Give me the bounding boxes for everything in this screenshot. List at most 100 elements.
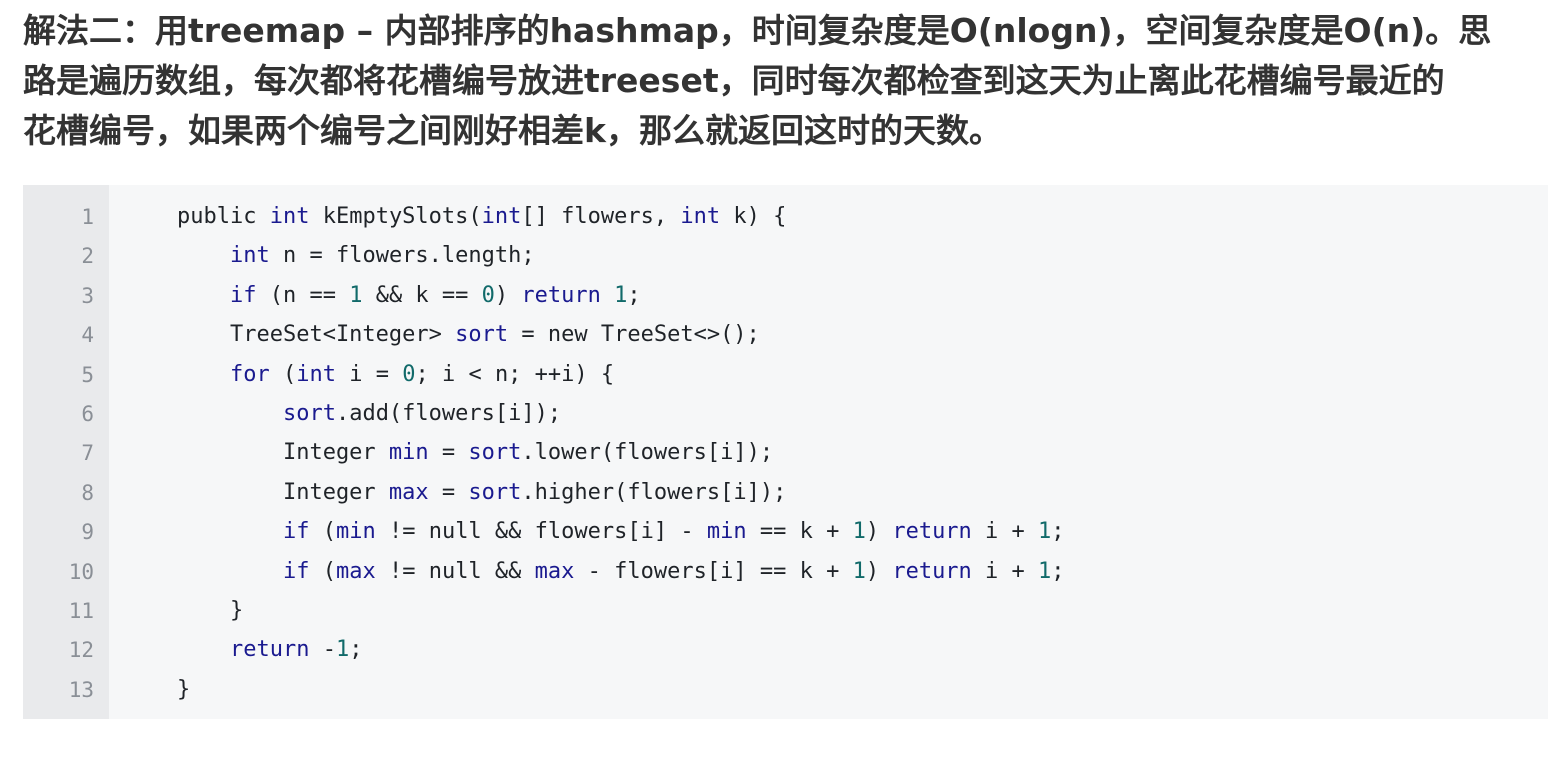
code-token: int [229,243,270,269]
code-line: if (n == 1 && k == 0) return 1; [177,281,1548,320]
code-token: sort [282,400,336,426]
code-token: if [282,558,310,584]
code-token: int [269,204,310,229]
line-number: 4 [81,323,94,348]
code-token: int [680,204,721,229]
intro-line: 路是遍历数组，每次都将花槽编号放进treeset，同时每次都检查到这天为止离此花… [23,61,1445,100]
code-token: ( [269,361,297,387]
line-number: 7 [81,441,94,466]
code-token: i + [971,519,1039,545]
code-token: ) [494,282,522,308]
intro-line: 解法二：用treemap – 内部排序的hashmap，时间复杂度是O(nlog… [23,11,1492,50]
code-token: sort [468,440,522,466]
code-token: max [534,558,575,584]
line-number-gutter: 1 2 3 4 5 6 7 8 9 10 11 12 13 [23,185,109,719]
code-token: public [177,204,270,229]
code-token: i + [971,558,1039,584]
line-number: 5 [81,362,94,387]
code-token: 1 [852,519,866,545]
code-token: ( [309,519,336,545]
code-token: kEmptySlots( [309,204,482,229]
code-token: ) [865,558,893,584]
code-line: } [177,596,1548,635]
line-number: 13 [68,677,94,702]
code-token: sort [455,322,509,348]
code-token: max [388,479,429,505]
code-token: if [282,519,310,545]
code-line: if (min != null && flowers[i] - min == k… [177,517,1548,556]
code-token: ; [1051,558,1065,584]
code-token: TreeSet<Integer> [177,322,456,348]
code-token: min [335,519,376,545]
code-token: return [521,282,601,308]
code-token: 0 [402,361,416,387]
code-token: i = [335,361,403,387]
code-token: 1 [335,637,350,663]
code-token: int [296,361,336,387]
code-token: 0 [481,282,495,308]
code-token: } [177,597,244,623]
code-token: .lower(flowers[i]); [521,440,774,466]
code-token: n = flowers.length; [269,243,535,269]
code-line: TreeSet<Integer> sort = new TreeSet<>(); [177,320,1548,359]
code-token: = [428,479,469,505]
code-token: int [481,204,522,229]
code-token: .add(flowers[i]); [335,400,562,426]
code-token: min [388,440,429,466]
code-token: ; [627,282,641,308]
code-token: - [309,637,336,663]
code-line: sort.add(flowers[i]); [177,399,1548,438]
line-number: 2 [81,244,94,269]
code-token: for [229,361,270,387]
code-token: - flowers[i] == k + [574,558,853,584]
intro-line: 花槽编号，如果两个编号之间刚好相差k，那么就返回这时的天数。 [23,111,1002,150]
code-token: } [177,676,191,702]
code-token: if [229,282,257,308]
code-line: Integer max = sort.higher(flowers[i]); [177,478,1548,517]
code-token: 1 [852,558,866,584]
code-token: != null && flowers[i] - [375,519,707,545]
code-token: ( [309,558,336,584]
line-number: 10 [68,559,94,584]
line-number: 1 [81,205,94,229]
code-token: return [229,637,310,663]
code-token: 1 [1038,558,1052,584]
line-number: 8 [81,480,94,505]
code-token: && k == [362,282,482,308]
code-token: = new TreeSet<>(); [508,322,760,348]
code-token: ; i < n; ++i) { [415,361,615,387]
code-token: ; [349,637,363,663]
code-token: return [892,558,972,584]
code-token: 1 [614,282,628,308]
code-line: } [177,675,1548,714]
code-token: 1 [349,282,363,308]
code-token: return [892,519,972,545]
code-token: .higher(flowers[i]); [521,479,787,505]
intro-paragraph: 解法二：用treemap – 内部排序的hashmap，时间复杂度是O(nlog… [23,6,1553,156]
code-line: int n = flowers.length; [177,241,1548,280]
line-number: 9 [81,520,94,545]
code-line: Integer min = sort.lower(flowers[i]); [177,438,1548,477]
code-token: min [706,519,747,545]
code-token: != null && [375,558,535,584]
code-token: (n == [256,282,350,308]
code-block: 1 2 3 4 5 6 7 8 9 10 11 12 13 public int kEmptySlots… [23,185,1548,719]
line-number: 11 [68,598,94,623]
code-content: public int kEmptySlots(int[] flowers, in… [109,185,1548,719]
code-token: Integer [177,479,389,505]
code-token: sort [468,479,522,505]
code-line: for (int i = 0; i < n; ++i) { [177,360,1548,399]
code-line: return -1; [177,635,1548,674]
code-token: [] flowers, [521,204,681,229]
code-token: 1 [1038,519,1052,545]
line-number: 6 [81,401,94,426]
code-token: = [428,440,469,466]
